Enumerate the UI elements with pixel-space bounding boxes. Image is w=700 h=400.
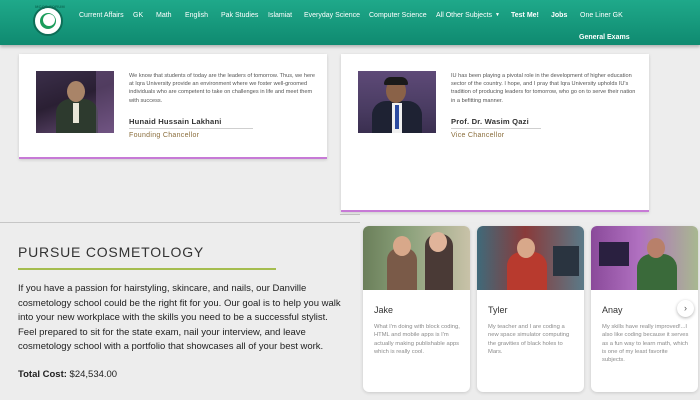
top-navigation: MCQS FORUM Current Affairs GK Math Engli… — [0, 0, 700, 45]
name-divider — [129, 128, 253, 129]
section-description: If you have a passion for hairstyling, s… — [18, 283, 341, 352]
chancellor-photo — [358, 71, 436, 133]
nav-computer-science[interactable]: Computer Science — [369, 12, 427, 19]
nav-all-other-subjects-label: All Other Subjects — [436, 12, 493, 19]
nav-english[interactable]: English — [185, 12, 208, 19]
student-photo — [477, 226, 584, 290]
student-quote: What I'm doing with block coding, HTML a… — [374, 324, 460, 355]
student-photo — [363, 226, 470, 290]
section-divider — [340, 214, 360, 215]
student-quote: My skills have really improved!...I also… — [602, 324, 689, 364]
nav-islamiat[interactable]: Islamiat — [268, 12, 292, 19]
nav-pak-studies[interactable]: Pak Studies — [221, 12, 258, 19]
site-logo[interactable]: MCQS FORUM — [33, 4, 65, 36]
nav-current-affairs[interactable]: Current Affairs — [79, 12, 124, 19]
total-cost: Total Cost: $24,534.00 — [18, 369, 117, 380]
nav-all-other-subjects[interactable]: All Other Subjects ▼ — [436, 12, 500, 19]
photo-monitor — [553, 246, 579, 276]
nav-jobs[interactable]: Jobs — [551, 12, 567, 19]
nav-math[interactable]: Math — [156, 12, 172, 19]
chancellor-name: Hunaid Hussain Lakhani — [129, 117, 222, 126]
nav-general-exams[interactable]: General Exams — [579, 34, 630, 41]
testimonial-carousel: Jake What I'm doing with block coding, H… — [360, 222, 700, 400]
total-cost-value: $24,534.00 — [69, 369, 118, 380]
nav-test-me[interactable]: Test Me! — [511, 12, 539, 19]
photo-figure-head — [429, 232, 447, 252]
crescent-icon — [43, 14, 55, 26]
title-underline — [18, 268, 276, 270]
logo-text: MCQS FORUM — [35, 4, 65, 9]
chevron-right-icon: › — [684, 303, 687, 313]
student-photo — [591, 226, 698, 290]
photo-tie — [395, 105, 399, 129]
chancellor-message: IU has been playing a pivotal role in th… — [451, 73, 636, 104]
photo-figure-head — [393, 236, 411, 256]
chancellor-card-vice: IU has been playing a pivotal role in th… — [341, 54, 649, 212]
section-title: PURSUE COSMETOLOGY — [18, 244, 205, 260]
chancellor-message: We know that students of today are the l… — [129, 73, 316, 104]
photo-figure-head — [67, 81, 85, 102]
testimonial-card[interactable]: Tyler My teacher and I are coding a new … — [477, 226, 584, 392]
nav-gk[interactable]: GK — [133, 12, 143, 19]
chancellor-card-founding: We know that students of today are the l… — [19, 54, 327, 159]
caret-down-icon: ▼ — [495, 12, 500, 18]
chancellor-role: Vice Chancellor — [451, 132, 505, 139]
chancellor-role: Founding Chancellor — [129, 132, 200, 139]
nav-everyday-science[interactable]: Everyday Science — [304, 12, 360, 19]
photo-figure-body — [637, 254, 677, 290]
nav-one-liner-gk[interactable]: One Liner GK — [580, 12, 623, 19]
total-cost-label: Total Cost: — [18, 369, 67, 380]
photo-monitor — [599, 242, 629, 266]
photo-hair — [384, 77, 408, 85]
student-name: Anay — [602, 305, 623, 315]
student-name: Tyler — [488, 305, 508, 315]
photo-figure-head — [647, 238, 665, 258]
photo-figure-head — [517, 238, 535, 258]
chancellor-photo — [36, 71, 114, 133]
student-name: Jake — [374, 305, 394, 315]
section-divider — [0, 222, 360, 223]
photo-shirt — [73, 103, 79, 123]
student-quote: My teacher and I are coding a new space … — [488, 324, 570, 355]
photo-background-light — [96, 71, 114, 133]
chancellor-name: Prof. Dr. Wasim Qazi — [451, 117, 529, 126]
name-divider — [451, 128, 541, 129]
carousel-next-button[interactable]: › — [677, 300, 694, 317]
testimonial-card[interactable]: Jake What I'm doing with block coding, H… — [363, 226, 470, 392]
